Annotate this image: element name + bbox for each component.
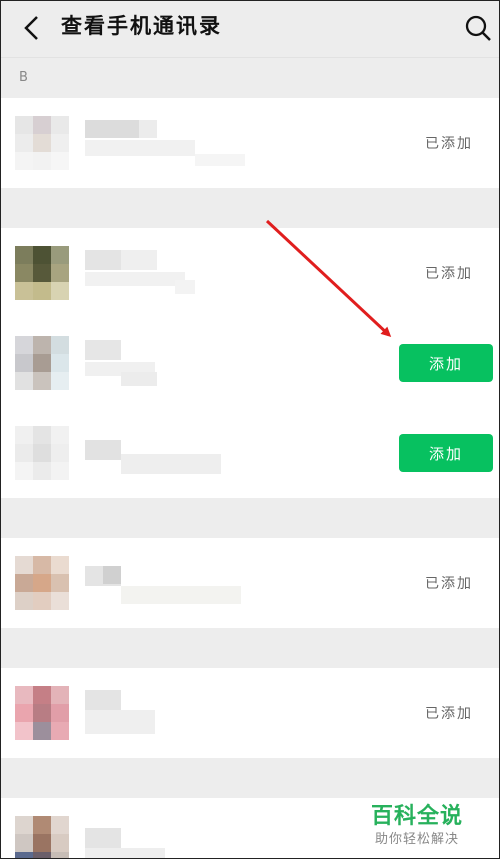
section-header-b: B xyxy=(1,58,499,98)
add-button[interactable]: 添加 xyxy=(399,434,493,472)
avatar xyxy=(15,556,69,610)
add-button[interactable]: 添加 xyxy=(399,344,493,382)
blurred-name xyxy=(85,820,245,858)
blurred-name xyxy=(85,120,245,166)
avatar xyxy=(15,116,69,170)
blurred-name xyxy=(85,340,245,386)
avatar xyxy=(15,816,69,858)
avatar xyxy=(15,686,69,740)
section-divider xyxy=(1,758,499,798)
contact-row[interactable]: 已添加 xyxy=(1,98,499,188)
blurred-name xyxy=(85,690,245,736)
search-button[interactable] xyxy=(461,11,495,45)
chevron-left-icon xyxy=(24,16,38,40)
blurred-name xyxy=(85,560,245,606)
section-divider xyxy=(1,188,499,228)
top-bar: 查看手机通讯录 xyxy=(1,1,499,58)
watermark: 百科全说 助你轻松解决 xyxy=(365,798,485,852)
page-title: 查看手机通讯录 xyxy=(61,14,222,38)
avatar xyxy=(15,426,69,480)
contact-row[interactable]: 添加 xyxy=(1,318,499,408)
blurred-name xyxy=(85,430,245,476)
contact-row[interactable]: 已添加 xyxy=(1,668,499,758)
watermark-title: 百科全说 xyxy=(371,804,464,829)
blurred-name xyxy=(85,250,245,296)
section-divider xyxy=(1,498,499,538)
contact-row[interactable]: 添加 xyxy=(1,408,499,498)
added-status: 已添加 xyxy=(425,136,473,152)
added-status: 已添加 xyxy=(425,576,473,592)
watermark-subtitle: 助你轻松解决 xyxy=(375,832,460,847)
avatar xyxy=(15,336,69,390)
contact-row[interactable]: 已添加 xyxy=(1,538,499,628)
avatar xyxy=(15,246,69,300)
search-icon xyxy=(465,15,491,41)
added-status: 已添加 xyxy=(425,266,473,282)
app-frame: 查看手机通讯录 B 已添加 已添加 添加 添加 已添加 已添加 百科全说 助你轻… xyxy=(0,0,500,859)
section-letter: B xyxy=(19,70,28,85)
section-divider xyxy=(1,628,499,668)
added-status: 已添加 xyxy=(425,706,473,722)
contact-row[interactable]: 已添加 xyxy=(1,228,499,318)
back-button[interactable] xyxy=(15,11,49,45)
